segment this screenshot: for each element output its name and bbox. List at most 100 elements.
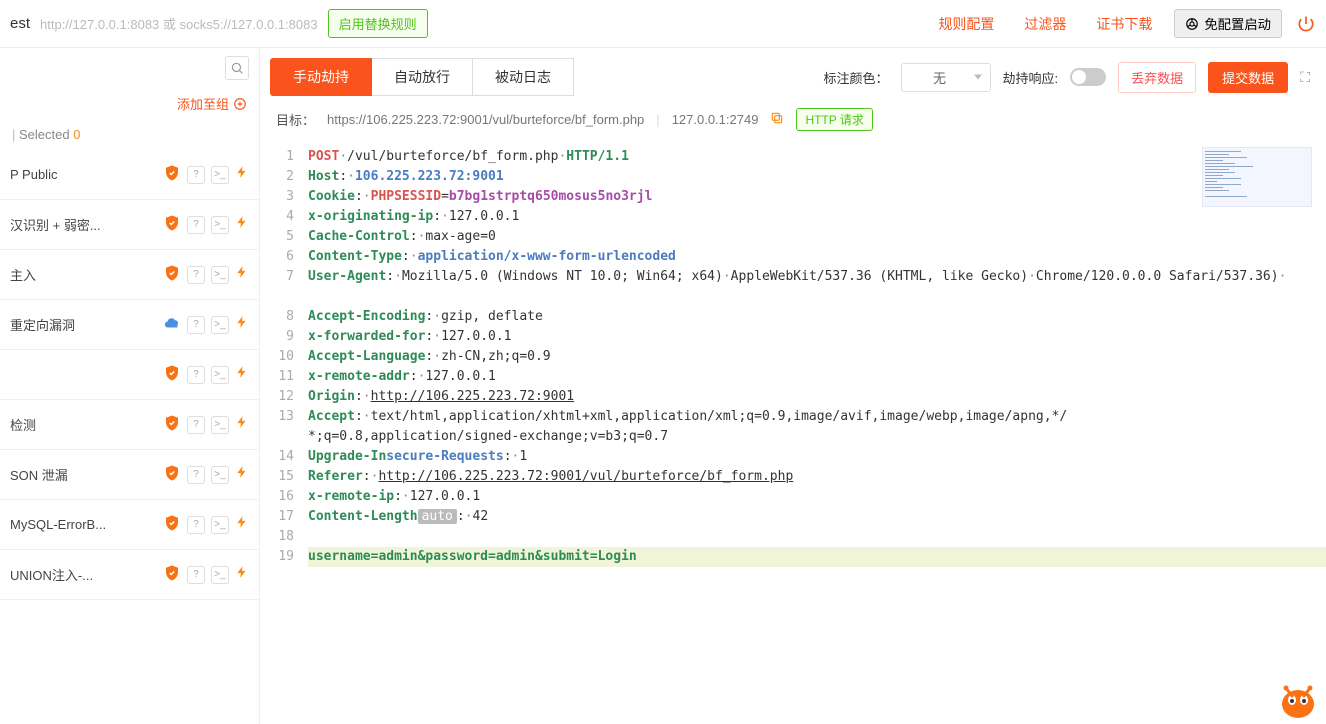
list-item-label: 主入 <box>10 265 157 284</box>
list-item[interactable]: ? >_ <box>0 350 259 400</box>
terminal-icon[interactable]: >_ <box>211 416 229 434</box>
code-area[interactable]: POST·/vul/burteforce/bf_form.php·HTTP/1.… <box>308 147 1326 567</box>
help-icon[interactable]: ? <box>187 416 205 434</box>
nav-rules[interactable]: 规则配置 <box>930 14 1002 34</box>
selected-row: | Selected 0 <box>0 119 259 150</box>
shield-icon <box>163 364 181 385</box>
terminal-icon[interactable]: >_ <box>211 566 229 584</box>
tabs-right: 标注颜色： 无 劫持响应: 丢弃数据 提交数据 ⛶ <box>824 62 1310 93</box>
shield-icon <box>163 464 181 485</box>
help-icon[interactable]: ? <box>187 366 205 384</box>
list-item-label: 汉识别 + 弱密... <box>10 215 157 234</box>
help-icon[interactable]: ? <box>187 216 205 234</box>
search-icon <box>230 61 244 75</box>
plus-circle-icon <box>233 97 247 111</box>
bolt-icon[interactable] <box>235 364 249 385</box>
shield-icon <box>163 164 181 185</box>
terminal-icon[interactable]: >_ <box>211 516 229 534</box>
nav-cert[interactable]: 证书下载 <box>1088 14 1160 34</box>
shield-icon <box>163 414 181 435</box>
list-item[interactable]: SON 泄漏? >_ <box>0 450 259 500</box>
chrome-icon <box>1185 17 1199 31</box>
target-label: 目标： <box>276 110 315 129</box>
topbar-left: est http://127.0.0.1:8083 或 socks5://127… <box>10 9 428 38</box>
proxy-address: http://127.0.0.1:8083 或 socks5://127.0.0… <box>40 14 318 33</box>
power-icon[interactable] <box>1296 14 1316 34</box>
enable-rules-button[interactable]: 启用替换规则 <box>328 9 428 38</box>
submit-button[interactable]: 提交数据 <box>1208 62 1288 93</box>
main: 添加至组 | Selected 0 P Public?>_汉识别 + 弱密...… <box>0 48 1326 724</box>
selected-count: 0 <box>73 127 80 142</box>
minimap[interactable]: ▬▬▬▬▬▬▬▬▬▬▬▬▬▬▬▬▬▬▬▬▬▬▬▬▬▬▬▬▬▬▬▬▬▬▬▬▬▬▬▬… <box>1202 147 1312 207</box>
discard-button[interactable]: 丢弃数据 <box>1118 62 1196 93</box>
list-item[interactable]: UNION注入-...? >_ <box>0 550 259 600</box>
line-gutter: 12345678910111213141516171819 <box>260 147 308 567</box>
list-item-label: 重定向漏洞 <box>10 315 157 334</box>
bolt-icon[interactable] <box>235 464 249 485</box>
nav-filters[interactable]: 过滤器 <box>1016 14 1074 34</box>
mark-color-select[interactable]: 无 <box>901 63 991 92</box>
list-item[interactable]: 检测? >_ <box>0 400 259 450</box>
bolt-icon[interactable] <box>235 214 249 235</box>
shield-icon <box>163 564 181 585</box>
target-url: https://106.225.223.72:9001/vul/burtefor… <box>327 112 644 127</box>
bolt-icon[interactable] <box>235 414 249 435</box>
search-button[interactable] <box>225 56 249 80</box>
sidebar: 添加至组 | Selected 0 P Public?>_汉识别 + 弱密...… <box>0 48 260 724</box>
list-item-label: MySQL-ErrorB... <box>10 517 157 532</box>
list-item[interactable]: 重定向漏洞? >_ <box>0 300 259 350</box>
tab-passive[interactable]: 被动日志 <box>473 58 574 96</box>
cloud-icon <box>163 314 181 335</box>
topbar: est http://127.0.0.1:8083 或 socks5://127… <box>0 0 1326 48</box>
content-tabs: 手动劫持 自动放行 被动日志 标注颜色： 无 劫持响应: 丢弃数据 提交数据 ⛶ <box>260 48 1326 96</box>
shield-icon <box>163 264 181 285</box>
mascot-icon[interactable] <box>1274 674 1322 722</box>
help-icon[interactable]: ? <box>187 466 205 484</box>
help-icon[interactable]: ? <box>187 266 205 284</box>
list-item[interactable]: MySQL-ErrorB...? >_ <box>0 500 259 550</box>
help-icon[interactable]: ? <box>187 516 205 534</box>
bolt-icon[interactable] <box>235 314 249 335</box>
selected-label: Selected <box>19 127 70 142</box>
terminal-icon[interactable]: >_ <box>211 266 229 284</box>
list-item[interactable]: P Public?>_ <box>0 150 259 200</box>
help-icon[interactable]: ? <box>187 316 205 334</box>
expand-icon[interactable]: ⛶ <box>1300 69 1310 86</box>
target-row: 目标： https://106.225.223.72:9001/vul/burt… <box>260 96 1326 143</box>
help-icon[interactable]: ? <box>187 166 205 184</box>
content: 手动劫持 自动放行 被动日志 标注颜色： 无 劫持响应: 丢弃数据 提交数据 ⛶… <box>260 48 1326 724</box>
list-item[interactable]: 汉识别 + 弱密...? >_ <box>0 200 259 250</box>
bolt-icon[interactable] <box>235 164 249 185</box>
http-request-badge: HTTP 请求 <box>796 108 872 131</box>
list-item-label: UNION注入-... <box>10 565 157 584</box>
terminal-icon[interactable]: >_ <box>211 216 229 234</box>
bolt-icon[interactable] <box>235 564 249 585</box>
bolt-icon[interactable] <box>235 514 249 535</box>
shield-icon <box>163 514 181 535</box>
topbar-right: 规则配置 过滤器 证书下载 免配置启动 <box>930 9 1316 38</box>
tab-manual[interactable]: 手动劫持 <box>270 58 372 96</box>
title-suffix: est <box>10 15 30 32</box>
hijack-resp-label: 劫持响应: <box>1003 68 1059 87</box>
hijack-resp-toggle[interactable] <box>1070 68 1106 86</box>
terminal-icon[interactable]: >_ <box>211 366 229 384</box>
terminal-icon[interactable]: >_ <box>211 316 229 334</box>
copy-icon[interactable] <box>770 111 784 128</box>
help-icon[interactable]: ? <box>187 566 205 584</box>
terminal-icon[interactable]: >_ <box>211 166 229 184</box>
sidebar-list[interactable]: P Public?>_汉识别 + 弱密...?>_主入?>_重定向漏洞?>_?>… <box>0 150 259 724</box>
sidebar-add-row: 添加至组 <box>0 88 259 119</box>
add-label: 添加至组 <box>177 94 229 113</box>
terminal-icon[interactable]: >_ <box>211 466 229 484</box>
add-to-group-button[interactable]: 添加至组 <box>177 94 247 113</box>
editor[interactable]: 12345678910111213141516171819 POST·/vul/… <box>260 143 1326 724</box>
client-addr: 127.0.0.1:2749 <box>672 112 759 127</box>
sidebar-search-row <box>0 48 259 88</box>
list-item[interactable]: 主入? >_ <box>0 250 259 300</box>
shield-icon <box>163 214 181 235</box>
list-item-label: SON 泄漏 <box>10 465 157 484</box>
bolt-icon[interactable] <box>235 264 249 285</box>
list-item-label: 检测 <box>10 415 157 434</box>
tab-auto[interactable]: 自动放行 <box>372 58 473 96</box>
launch-button[interactable]: 免配置启动 <box>1174 9 1282 38</box>
